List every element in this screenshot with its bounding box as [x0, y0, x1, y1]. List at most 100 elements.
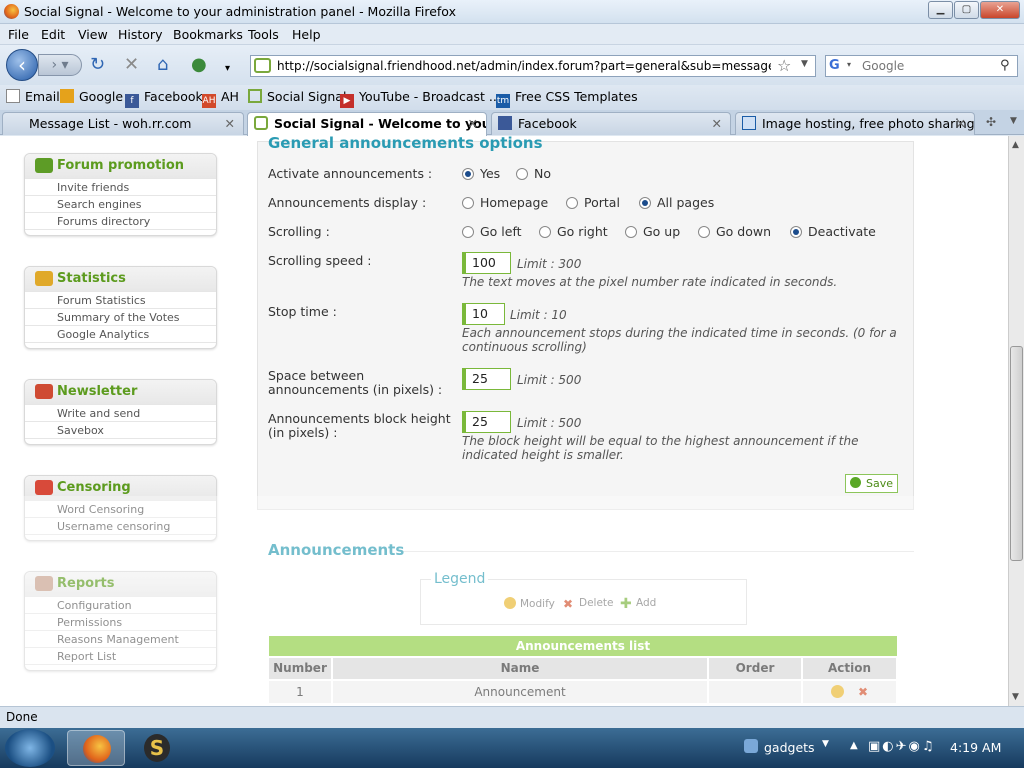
- bookmark-facebook[interactable]: f Facebook: [125, 89, 203, 108]
- facebook-icon: [498, 116, 512, 130]
- minimize-button[interactable]: ▁: [928, 1, 953, 19]
- youtube-icon: ▶: [340, 94, 354, 108]
- gadgets-icon: [744, 739, 758, 753]
- sidebar-item[interactable]: Summary of the Votes: [25, 308, 216, 325]
- sidebar-item[interactable]: Forum Statistics: [25, 291, 216, 308]
- url-bar[interactable]: ☆ ▼: [250, 55, 816, 77]
- search-icon[interactable]: ⚲: [1000, 58, 1010, 73]
- menu-help[interactable]: Help: [292, 27, 321, 42]
- tab-image-hosting[interactable]: Image hosting, free photo sharing ... ✕: [735, 112, 975, 135]
- scroll-thumb[interactable]: [1010, 346, 1023, 561]
- menu-bookmarks[interactable]: Bookmarks: [173, 27, 243, 42]
- height-label: Announcements block height (in pixels) :: [268, 411, 451, 440]
- options-title: General announcements options: [268, 136, 543, 152]
- taskbar-firefox[interactable]: [67, 730, 125, 766]
- taskbar-app[interactable]: S: [128, 730, 186, 766]
- start-button[interactable]: [5, 729, 55, 767]
- bookmark-google[interactable]: Google: [60, 89, 123, 104]
- bookmark-star-icon[interactable]: ☆: [777, 56, 791, 75]
- tray-icons[interactable]: ▣◐✈◉♫: [868, 739, 936, 754]
- forward-button[interactable]: › ▾: [38, 54, 82, 76]
- sidebar-box-title: Forum promotion: [25, 154, 216, 178]
- close-tab-icon[interactable]: ✕: [468, 116, 478, 131]
- close-tab-icon[interactable]: ✕: [712, 116, 722, 131]
- space-input[interactable]: 25: [462, 368, 511, 390]
- bookmark-free-css[interactable]: tm Free CSS Templates: [496, 89, 638, 108]
- tab-facebook[interactable]: Facebook ✕: [491, 112, 731, 135]
- sidebar-box-title-text: Statistics: [57, 271, 126, 286]
- bookmarks-bar: Email Google f Facebook AH AH Social Signa…: [0, 85, 1024, 110]
- facebook-icon: f: [125, 94, 139, 108]
- close-button[interactable]: ✕: [980, 1, 1020, 19]
- google-icon[interactable]: G: [829, 58, 845, 74]
- radio-activate-no[interactable]: No: [516, 166, 551, 181]
- sidebar-box-title: Newsletter: [25, 380, 216, 404]
- sidebar-item[interactable]: Google Analytics: [25, 325, 216, 342]
- social-signal-icon: [248, 89, 262, 103]
- tray-dropdown-icon[interactable]: ▼: [822, 739, 829, 749]
- tm-icon: tm: [496, 94, 510, 108]
- stop-input[interactable]: 10: [462, 303, 505, 325]
- url-input[interactable]: [277, 58, 771, 74]
- section-icon: [35, 271, 53, 286]
- tray-gadgets[interactable]: gadgets: [764, 740, 815, 755]
- radio-display-all-pages[interactable]: All pages: [639, 195, 714, 210]
- height-hint: The block height will be equal to the hi…: [462, 434, 859, 462]
- dropdown-icon[interactable]: ▾: [225, 60, 230, 78]
- sidebar-item[interactable]: Write and send: [25, 404, 216, 421]
- space-limit: Limit : 500: [517, 373, 582, 387]
- height-input[interactable]: 25: [462, 411, 511, 433]
- home-icon[interactable]: ⌂: [157, 56, 168, 74]
- search-bar[interactable]: G ▾ ⚲: [825, 55, 1018, 77]
- radio-go-left[interactable]: Go left: [462, 224, 522, 239]
- photobucket-icon: [742, 116, 756, 130]
- bookmark-ah[interactable]: AH AH: [202, 89, 239, 108]
- sidebar-item[interactable]: Invite friends: [25, 178, 216, 195]
- back-button[interactable]: ‹: [6, 49, 38, 81]
- social-signal-icon: [254, 116, 268, 130]
- stop-icon[interactable]: ✕: [124, 56, 139, 74]
- tab-social-signal[interactable]: Social Signal - Welcome to your ...✕: [247, 112, 487, 136]
- menu-view[interactable]: View: [78, 27, 108, 42]
- show-hidden-icon[interactable]: ▲: [850, 740, 858, 751]
- radio-display-portal[interactable]: Portal: [566, 195, 620, 210]
- radio-deactivate[interactable]: Deactivate: [790, 224, 876, 239]
- reload-icon[interactable]: ↻: [90, 56, 105, 74]
- radio-go-right[interactable]: Go right: [539, 224, 608, 239]
- radio-display-homepage[interactable]: Homepage: [462, 195, 548, 210]
- sidebar-item[interactable]: Forums directory: [25, 212, 216, 229]
- speed-input[interactable]: 100: [462, 252, 511, 274]
- radio-go-up[interactable]: Go up: [625, 224, 680, 239]
- radio-go-down[interactable]: Go down: [698, 224, 771, 239]
- bookmark-social-signal[interactable]: Social Signal: [248, 89, 346, 104]
- tab-list-icon[interactable]: ▼: [1010, 116, 1017, 126]
- sidebar-box-title-text: Censoring: [57, 480, 131, 495]
- firefox-icon: [83, 735, 111, 763]
- clock[interactable]: 4:19 AM: [950, 740, 1001, 755]
- close-tab-icon[interactable]: ✕: [956, 116, 966, 131]
- sidebar-item[interactable]: Search engines: [25, 195, 216, 212]
- search-input[interactable]: [862, 58, 992, 74]
- menu-tools[interactable]: Tools: [248, 27, 279, 42]
- menu-history[interactable]: History: [118, 27, 162, 42]
- bookmark-youtube[interactable]: ▶ YouTube - Broadcast ...: [340, 89, 501, 108]
- url-dropdown-icon[interactable]: ▼: [801, 59, 808, 69]
- bookmark-email[interactable]: Email: [6, 89, 60, 104]
- scroll-down-icon[interactable]: ▼: [1012, 692, 1019, 702]
- sidebar-item[interactable]: Savebox: [25, 421, 216, 438]
- menu-file[interactable]: File: [8, 27, 29, 42]
- new-tab-icon[interactable]: ✣: [986, 115, 996, 129]
- tab-message-list[interactable]: Message List - woh.rr.com ✕: [2, 112, 244, 135]
- maximize-button[interactable]: ▢: [954, 1, 979, 19]
- height-limit: Limit : 500: [517, 416, 582, 430]
- menu-edit[interactable]: Edit: [41, 27, 65, 42]
- engine-dropdown-icon[interactable]: ▾: [847, 60, 851, 69]
- save-button[interactable]: Save: [845, 474, 898, 493]
- addon-icon[interactable]: ●: [191, 56, 207, 74]
- scroll-up-icon[interactable]: ▲: [1012, 140, 1019, 150]
- vertical-scrollbar[interactable]: ▲ ▼: [1008, 136, 1024, 706]
- sidebar-box-title: Statistics: [25, 267, 216, 291]
- radio-activate-yes[interactable]: Yes: [462, 166, 500, 181]
- sidebar-box-footer: [25, 342, 216, 348]
- close-tab-icon[interactable]: ✕: [225, 116, 235, 131]
